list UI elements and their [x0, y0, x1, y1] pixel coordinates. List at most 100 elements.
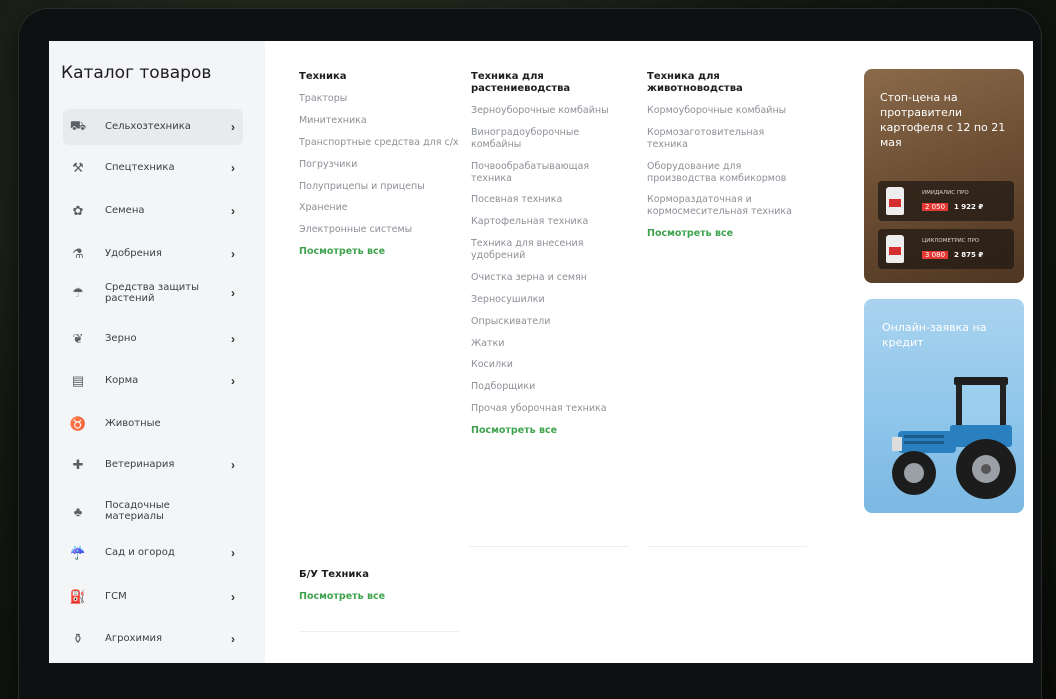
category-label: Сельхозтехника: [105, 121, 191, 133]
category-item[interactable]: ☂ Средства защиты растений ›: [63, 275, 243, 311]
promo-product[interactable]: ЦИКЛОМЕТРИС ПРО 3 080 2 875 ₽: [878, 229, 1014, 269]
promo-stop-price-card[interactable]: Стоп-цена на протравители картофеля с 12…: [864, 69, 1024, 283]
category-label: Животные: [105, 418, 161, 430]
see-all-link[interactable]: Посмотреть все: [299, 246, 459, 257]
catalog-screen: Каталог товаров ⛟ Сельхозтехника › ⚒ Спецтех…: [49, 41, 1033, 663]
category-item[interactable]: ✚ Ветеринария ›: [63, 447, 243, 483]
category-item[interactable]: ⚒ Спецтехника ›: [63, 150, 243, 186]
divider: [299, 631, 459, 632]
seedling-icon: ♣: [73, 503, 83, 519]
excavator-icon: ⚒: [72, 160, 84, 175]
chevron-right-icon: ›: [231, 590, 235, 604]
promo-credit-card[interactable]: Онлайн-заявка на кредит: [864, 299, 1024, 513]
column-heading: Техника для животноводства: [647, 71, 743, 94]
category-link[interactable]: Минитехника: [299, 115, 459, 127]
category-link[interactable]: Картофельная техника: [471, 216, 621, 228]
product-name: ЦИКЛОМЕТРИС ПРО: [922, 238, 980, 244]
flask-icon: ⚱: [72, 631, 84, 646]
category-item[interactable]: ⚱ Агрохимия ›: [63, 621, 243, 657]
category-item[interactable]: ⛽ ГСМ ›: [63, 579, 243, 615]
category-item[interactable]: ☔ Сад и огород ›: [63, 535, 243, 571]
watering-can-icon: ☔: [69, 545, 87, 560]
category-link[interactable]: Тракторы: [299, 93, 459, 105]
category-label: Сад и огород: [105, 547, 175, 559]
column-used-machinery: Б/У Техника Посмотреть все: [299, 569, 459, 602]
chevron-right-icon: ›: [231, 161, 235, 175]
category-item[interactable]: ♉ Животные: [63, 406, 243, 442]
promo-title: Онлайн-заявка на кредит: [882, 321, 987, 349]
link-list: Зерноуборочные комбайны Виноградоуборочны…: [471, 105, 621, 415]
category-link[interactable]: Кормозаготовительная техника: [647, 127, 797, 151]
column-livestock-machinery: Техника для животноводства Кормоуборочны…: [647, 71, 797, 239]
category-link[interactable]: Хранение: [299, 202, 459, 214]
category-item[interactable]: ▤ Корма ›: [63, 363, 243, 399]
category-item[interactable]: ♣ Посадочные материалы: [63, 493, 243, 529]
category-link[interactable]: Зерносушилки: [471, 294, 621, 306]
product-price: 1 922 ₽: [954, 203, 984, 211]
grain-icon: ❦: [72, 331, 84, 346]
category-link[interactable]: Полуприцепы и прицепы: [299, 181, 459, 193]
category-link[interactable]: Транспортные средства для с/х: [299, 137, 459, 149]
chevron-right-icon: ›: [231, 286, 235, 300]
chevron-right-icon: ›: [231, 247, 235, 261]
catalog-title: Каталог товаров: [61, 63, 212, 83]
canister-icon: [886, 235, 904, 263]
category-link[interactable]: Прочая уборочная техника: [471, 403, 621, 415]
canister-icon: [886, 187, 904, 215]
category-link[interactable]: Почвообрабатывающая техника: [471, 161, 621, 185]
category-link[interactable]: Очистка зерна и семян: [471, 272, 621, 284]
vet-icon: ✚: [72, 457, 84, 472]
chevron-right-icon: ›: [231, 332, 235, 346]
category-label: ГСМ: [105, 591, 127, 603]
category-link[interactable]: Подборщики: [471, 381, 621, 393]
see-all-link[interactable]: Посмотреть все: [471, 425, 621, 436]
category-link[interactable]: Оборудование для производства комбикормо…: [647, 161, 797, 185]
chevron-right-icon: ›: [231, 458, 235, 472]
category-link[interactable]: Зерноуборочные комбайны: [471, 105, 621, 117]
divider: [469, 546, 629, 547]
fuel-icon: ⛽: [69, 589, 87, 604]
feed-icon: ▤: [71, 373, 85, 388]
chevron-right-icon: ›: [231, 120, 235, 134]
category-label: Средства защиты растений: [105, 281, 200, 305]
category-item[interactable]: ⛟ Сельхозтехника ›: [63, 109, 243, 145]
category-link[interactable]: Виноградоуборочные комбайны: [471, 127, 621, 151]
category-item[interactable]: ✿ Семена ›: [63, 193, 243, 229]
category-label: Зерно: [105, 333, 137, 345]
link-list: Тракторы Минитехника Транспортные средства…: [299, 93, 459, 236]
category-label: Корма: [105, 375, 139, 387]
column-machinery: Техника Тракторы Минитехника Транспортные …: [299, 71, 459, 257]
column-heading: Техника: [299, 71, 347, 82]
category-label: Спецтехника: [105, 162, 175, 174]
category-item[interactable]: ⚗ Удобрения ›: [63, 236, 243, 272]
category-link[interactable]: Посевная техника: [471, 194, 621, 206]
category-link[interactable]: Опрыскиватели: [471, 316, 621, 328]
tractor-image: [892, 377, 1016, 499]
chevron-right-icon: ›: [231, 546, 235, 560]
chevron-right-icon: ›: [231, 632, 235, 646]
column-crop-machinery: Техника для растениеводства Зерноуборочн…: [471, 71, 621, 436]
cow-icon: ♉: [69, 416, 87, 431]
chevron-right-icon: ›: [231, 374, 235, 388]
see-all-link[interactable]: Посмотреть все: [299, 591, 459, 602]
link-list: Кормоуборочные комбайны Кормозаготовитель…: [647, 105, 797, 218]
category-link[interactable]: Электронные системы: [299, 224, 459, 236]
catalog-sidebar: Каталог товаров ⛟ Сельхозтехника › ⚒ Спецтех…: [49, 41, 265, 663]
promo-product[interactable]: ИМИДАЛИС ПРО 2 050 1 922 ₽: [878, 181, 1014, 221]
fertilizer-icon: ⚗: [72, 246, 84, 261]
product-price: 2 875 ₽: [954, 251, 984, 259]
category-link[interactable]: Кормораздаточная и кормосмесительная тех…: [647, 194, 797, 218]
see-all-link[interactable]: Посмотреть все: [647, 228, 797, 239]
category-link[interactable]: Кормоуборочные комбайны: [647, 105, 797, 117]
chevron-right-icon: ›: [231, 204, 235, 218]
sprayer-icon: ☂: [72, 285, 84, 300]
category-link[interactable]: Косилки: [471, 359, 621, 371]
category-item[interactable]: ❦ Зерно ›: [63, 321, 243, 357]
category-link[interactable]: Жатки: [471, 338, 621, 350]
product-old-price: 3 080: [922, 251, 949, 259]
category-label: Удобрения: [105, 248, 162, 260]
category-label: Ветеринария: [105, 459, 175, 471]
category-link[interactable]: Погрузчики: [299, 159, 459, 171]
divider: [647, 546, 807, 547]
category-link[interactable]: Техника для внесения удобрений: [471, 238, 621, 262]
